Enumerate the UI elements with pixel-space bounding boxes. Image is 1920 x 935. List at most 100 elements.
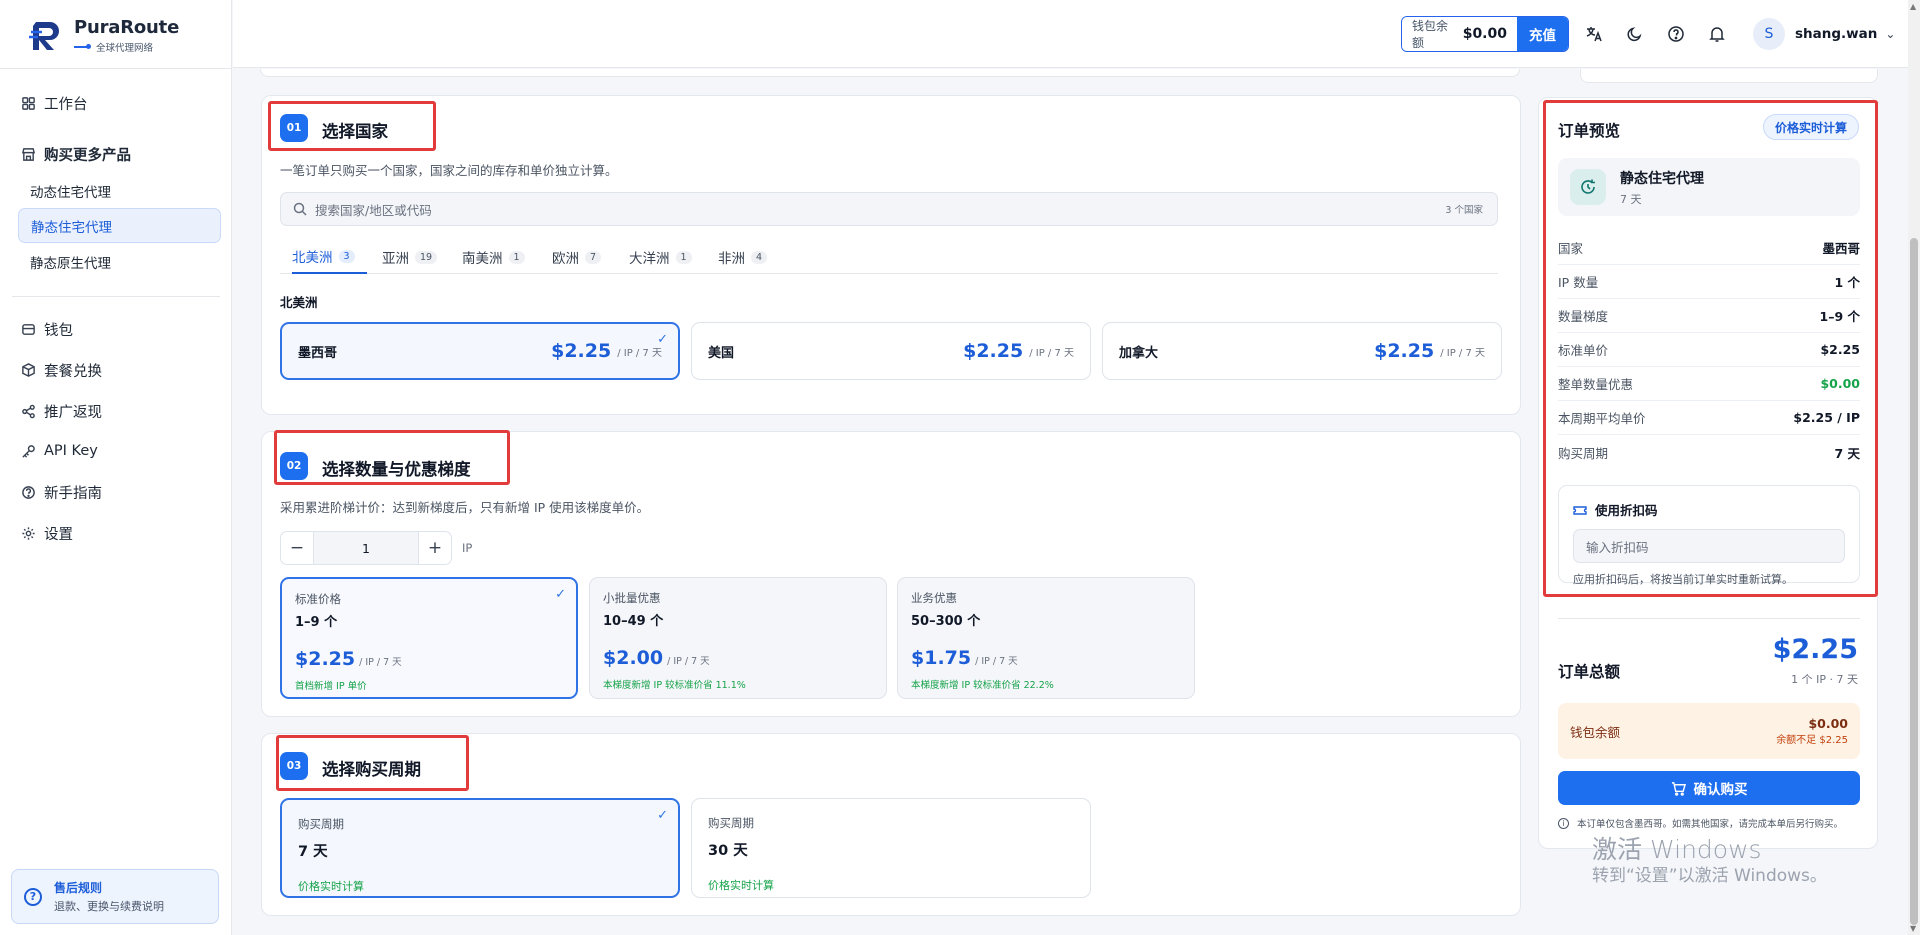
check-icon: ✓ (555, 587, 566, 602)
wallet-icon (20, 321, 36, 337)
wallet-balance-label: 钱包余额 (1570, 724, 1621, 740)
order-note: i 本订单仅包含墨西哥。如需其他国家，请完成本单后另行购买。 (1558, 816, 1843, 830)
logo[interactable]: PuraRoute 全球代理网络 (28, 15, 179, 55)
quantity-input[interactable]: 1 (314, 531, 418, 565)
country-card-canada[interactable]: 加拿大 $2.25 / IP / 7 天 (1102, 322, 1502, 380)
period-card-7-days[interactable]: 购买周期 7 天 价格实时计算 ✓ (280, 798, 680, 898)
tier-card-small-batch[interactable]: 小批量优惠 10–49 个 $2.00/ IP / 7 天 本梯度新增 IP 较… (589, 577, 887, 699)
nav-api-key[interactable]: API Key (20, 438, 98, 464)
sidebar-item-static-native[interactable]: 静态原生代理 (18, 244, 221, 279)
app-tagline: 全球代理网络 (96, 42, 154, 54)
sidebar-item-dynamic-residential[interactable]: 动态住宅代理 (18, 173, 221, 208)
nav-buy-more[interactable]: 购买更多产品 (20, 141, 131, 167)
tab-oceania[interactable]: 大洋洲 1 (629, 240, 692, 274)
country-card-usa[interactable]: 美国 $2.25 / IP / 7 天 (691, 322, 1091, 380)
app-name: PuraRoute (74, 16, 180, 38)
sidebar-item-static-residential[interactable]: 静态住宅代理 (18, 208, 221, 243)
nav-settings-label: 设置 (44, 526, 73, 543)
package-icon (20, 362, 36, 378)
topbar: 钱包余额 $0.00 充值 S shang.wan ⌄ (233, 0, 1908, 68)
tier-card-business[interactable]: 业务优惠 50–300 个 $1.75/ IP / 7 天 本梯度新增 IP 较… (897, 577, 1195, 699)
bell-icon[interactable] (1707, 24, 1727, 44)
scrollbar-thumb[interactable] (1910, 238, 1918, 925)
step-description: 一笔订单只购买一个国家，国家之间的库存和单价独立计算。 (280, 163, 618, 178)
total-summary: 1 个 IP · 7 天 (1791, 673, 1858, 686)
info-icon: i (1558, 817, 1569, 829)
nav-referral[interactable]: 推广返现 (20, 398, 102, 424)
store-icon (20, 146, 36, 162)
decrement-button[interactable]: − (280, 531, 314, 565)
previous-card-edge (260, 69, 1520, 77)
nav-guide[interactable]: 新手指南 (20, 479, 102, 505)
check-icon: ✓ (657, 808, 668, 823)
sidebar-divider (12, 296, 220, 297)
nav-settings[interactable]: 设置 (20, 520, 73, 546)
wallet-balance-box: 钱包余额 $0.00 余额不足 $2.25 (1558, 703, 1860, 759)
wallet-widget: 钱包余额 $0.00 充值 (1401, 16, 1569, 52)
tab-south-america[interactable]: 南美洲 1 (462, 240, 525, 274)
nav-api-key-label: API Key (44, 443, 98, 459)
moon-icon[interactable] (1625, 24, 1645, 44)
question-icon: ? (24, 887, 42, 906)
sidebar: PuraRoute 全球代理网络 工作台 购买更多产品 动态住宅代理 静态住宅代… (0, 0, 232, 935)
country-card-mexico[interactable]: 墨西哥 $2.25 / IP / 7 天 ✓ (280, 322, 680, 380)
increment-button[interactable]: + (418, 531, 452, 565)
total-label: 订单总额 (1558, 663, 1621, 681)
total-price: $2.25 (1772, 634, 1858, 665)
search-placeholder: 搜索国家/地区或代码 (315, 202, 432, 218)
nav-wallet-label: 钱包 (44, 322, 73, 339)
wallet-balance-amount: $0.00 (1808, 715, 1848, 731)
insufficient-balance: 余额不足 $2.25 (1776, 734, 1848, 746)
windows-activation-hint: 转到“设置”以激活 Windows。 (1592, 866, 1827, 886)
period-card-30-days[interactable]: 购买周期 30 天 价格实时计算 (691, 798, 1091, 898)
annotation-box (268, 101, 436, 151)
grid-icon (20, 95, 36, 111)
region-label: 北美洲 (280, 295, 318, 310)
share-icon (20, 403, 36, 419)
chevron-down-icon: ⌄ (1885, 27, 1896, 41)
step-country-card: 01 选择国家 一笔订单只购买一个国家，国家之间的库存和单价独立计算。 搜索国家… (261, 95, 1521, 415)
question-circle-icon (20, 484, 36, 500)
country-search-input[interactable]: 搜索国家/地区或代码 3 个国家 (280, 192, 1498, 226)
tab-europe[interactable]: 欧洲 7 (552, 240, 602, 274)
nav-package-redeem-label: 套餐兑换 (44, 363, 102, 380)
page-scrollbar[interactable]: ▲ ▼ (1908, 0, 1920, 935)
recharge-button[interactable]: 充值 (1517, 17, 1568, 51)
logo-icon (28, 16, 66, 54)
tier-card-standard[interactable]: 标准价格 1–9 个 $2.25/ IP / 7 天 首档新增 IP 单价 ✓ (280, 577, 578, 699)
annotation-box (1543, 100, 1878, 597)
nav-package-redeem[interactable]: 套餐兑换 (20, 357, 102, 383)
help-icon[interactable] (1666, 24, 1686, 44)
quantity-unit: IP (462, 541, 473, 555)
wallet-amount: $0.00 (1462, 26, 1507, 42)
step-description: 采用累进阶梯计价：达到新梯度后，只有新增 IP 使用该梯度单价。 (280, 500, 650, 515)
confirm-purchase-button[interactable]: 确认购买 (1558, 771, 1860, 805)
previous-card-edge (1580, 69, 1878, 83)
check-icon: ✓ (657, 332, 668, 347)
tab-africa[interactable]: 非洲 4 (718, 240, 768, 274)
help-subtitle: 退款、更换与续费说明 (54, 900, 164, 913)
help-title: 售后规则 (54, 881, 103, 895)
avatar: S (1753, 18, 1785, 50)
nav-buy-more-label: 购买更多产品 (44, 147, 131, 164)
nav-wallet[interactable]: 钱包 (20, 316, 73, 342)
tab-asia[interactable]: 亚洲 19 (382, 240, 438, 274)
nav-referral-label: 推广返现 (44, 404, 102, 421)
country-count: 3 个国家 (1445, 205, 1483, 216)
nav-workbench[interactable]: 工作台 (20, 90, 88, 116)
search-icon (293, 202, 307, 216)
scroll-down-icon[interactable]: ▼ (1910, 924, 1916, 933)
logo-line-icon (74, 43, 91, 49)
user-name: shang.wan (1795, 26, 1878, 42)
nav-guide-label: 新手指南 (44, 485, 102, 502)
nav-workbench-label: 工作台 (44, 96, 88, 113)
annotation-box (276, 735, 469, 791)
translate-icon[interactable] (1584, 24, 1604, 44)
quantity-stepper: − 1 + IP (280, 531, 472, 565)
cart-icon (1671, 781, 1686, 796)
tab-north-america[interactable]: 北美洲 3 (292, 240, 367, 274)
sidebar-divider (0, 68, 231, 69)
scroll-up-icon[interactable]: ▲ (1910, 2, 1916, 11)
after-sales-rules-card[interactable]: ? 售后规则 退款、更换与续费说明 (11, 869, 219, 924)
user-menu[interactable]: S shang.wan ⌄ (1753, 16, 1895, 52)
